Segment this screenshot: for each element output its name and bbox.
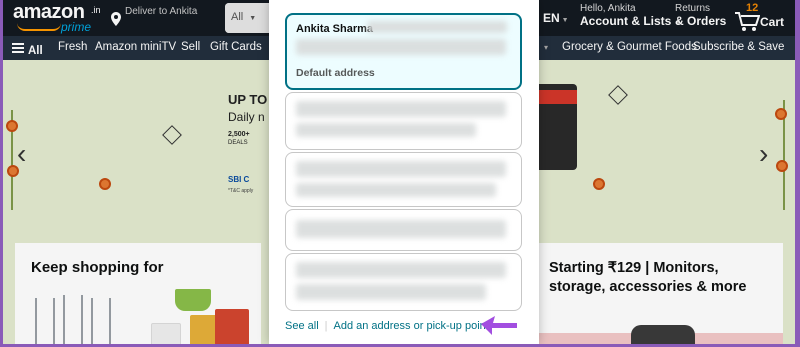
address-name: Ankita Sharma — [296, 23, 374, 35]
see-all-link[interactable]: See all — [285, 320, 319, 332]
address-card[interactable] — [285, 209, 522, 251]
amazon-home-page: amazon .in prime Deliver to Ankita All ▼… — [3, 0, 795, 344]
choose-address-modal: Ankita Sharma Default address See all | Ad… — [269, 0, 539, 344]
redacted-address-text — [296, 220, 506, 238]
redacted-address-text — [296, 39, 506, 55]
redacted-address-text — [296, 262, 506, 278]
address-links: See all | Add an address or pick-up point — [285, 320, 489, 332]
redacted-address-text — [296, 284, 486, 300]
add-address-link[interactable]: Add an address or pick-up point — [334, 320, 489, 332]
redacted-address-text — [296, 101, 506, 117]
address-card-selected[interactable]: Ankita Sharma Default address — [285, 13, 522, 90]
address-card[interactable] — [285, 253, 522, 311]
redacted-address-text — [296, 183, 496, 197]
address-card[interactable] — [285, 92, 522, 150]
link-separator: | — [324, 320, 328, 332]
address-card[interactable] — [285, 152, 522, 207]
redacted-address-text — [296, 161, 506, 177]
pointer-arrow-icon — [481, 316, 517, 335]
default-address-label: Default address — [296, 67, 375, 79]
redacted-address-text — [367, 21, 507, 33]
redacted-address-text — [296, 123, 476, 137]
